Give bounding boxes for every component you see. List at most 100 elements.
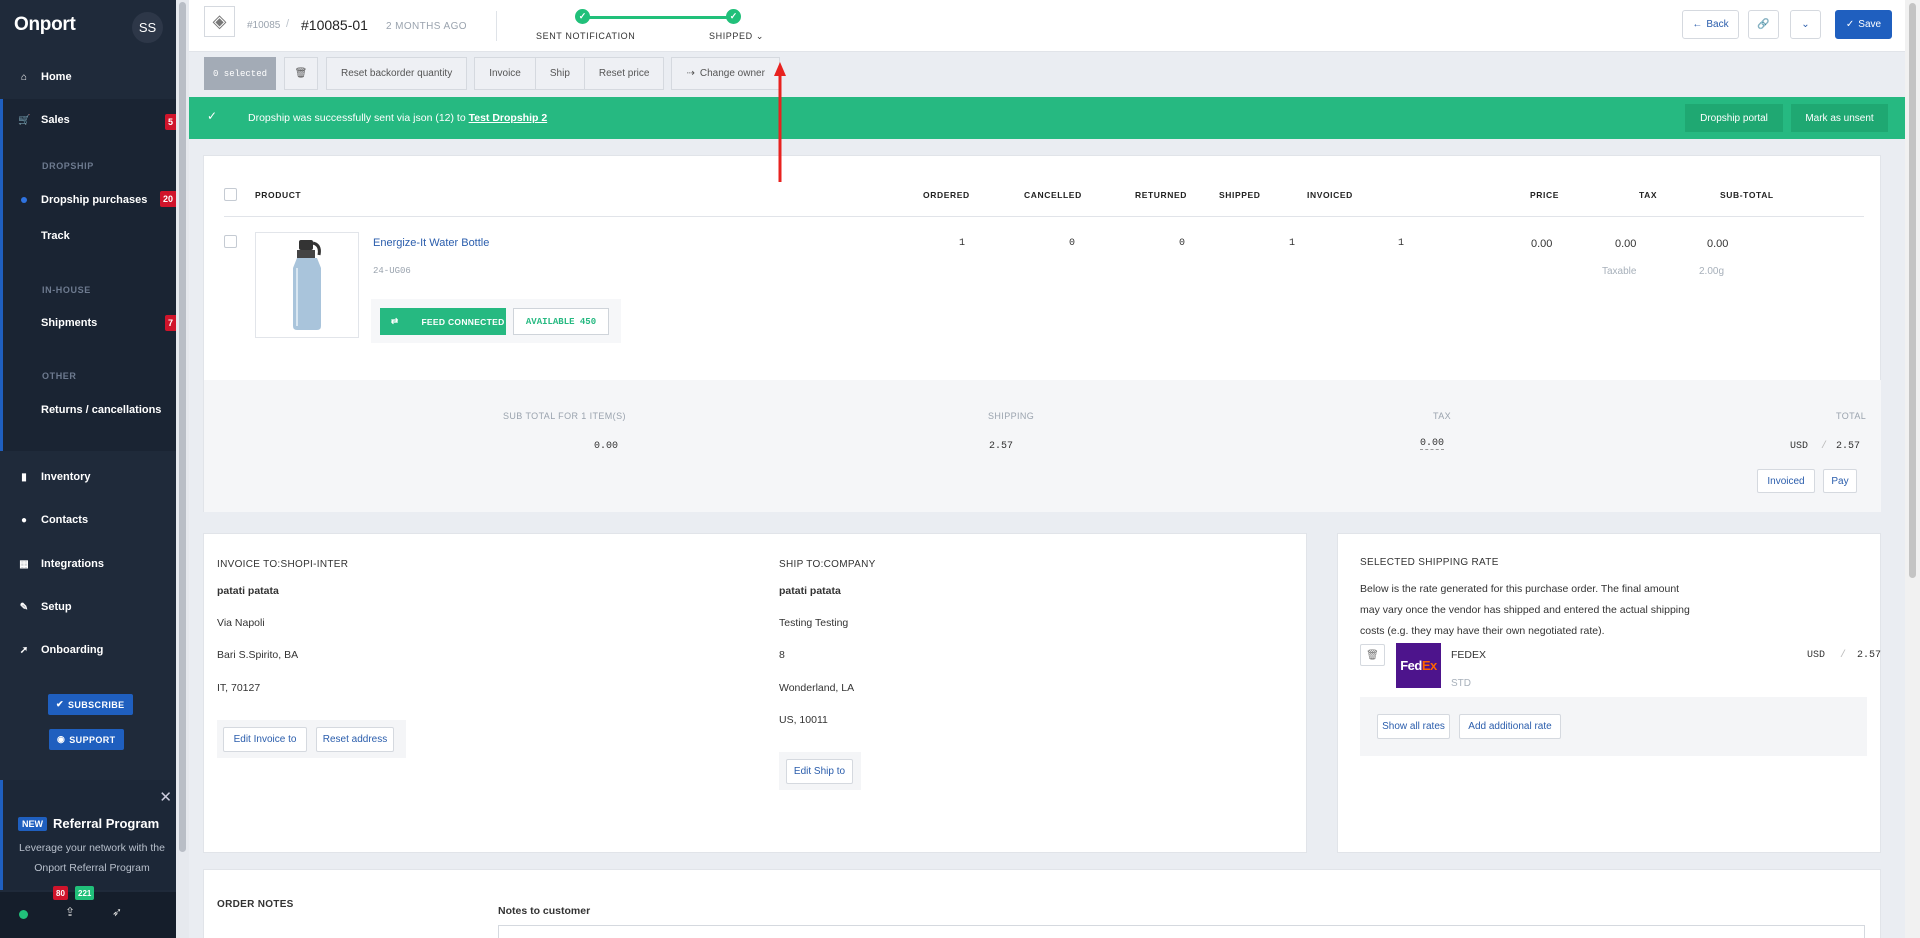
breadcrumb-parent[interactable]: #10085 [247, 20, 280, 31]
step-shipped[interactable]: SHIPPED ⌄ [709, 31, 764, 42]
referral-title[interactable]: Referral Program [53, 816, 159, 831]
carrier-service: STD [1451, 678, 1471, 689]
check-icon: ✓ [207, 109, 218, 123]
step-shipped-label: SHIPPED [709, 31, 753, 41]
brand-logo[interactable]: Onport [14, 14, 76, 36]
avatar[interactable]: SS [132, 12, 163, 43]
invoice-button[interactable]: Invoice [474, 57, 536, 90]
chevron-down-icon: ⌄ [755, 31, 764, 41]
nav-contacts[interactable]: ● Contacts [0, 505, 176, 535]
add-rate-button[interactable]: Add additional rate [1459, 714, 1561, 739]
shipping-value: 2.57 [989, 441, 1014, 452]
subtotal-value: 0.00 [594, 441, 619, 452]
support-button[interactable]: ◉ SUPPORT [49, 729, 124, 750]
ship-button[interactable]: Ship [534, 57, 585, 90]
divider [496, 11, 497, 41]
sidebar-item-track[interactable]: Track [41, 230, 70, 242]
delete-button[interactable]: 🗑 [284, 57, 319, 90]
product-name-link[interactable]: Energize-It Water Bottle [373, 237, 489, 249]
cell-ordered: 1 [959, 238, 966, 249]
sync-icon: ⇄ [391, 316, 399, 326]
save-button[interactable]: ✓ Save [1835, 10, 1892, 39]
nav-setup-label: Setup [41, 601, 72, 613]
th-ordered: ORDERED [923, 190, 970, 200]
cell-returned: 0 [1179, 238, 1186, 249]
back-label: Back [1706, 19, 1729, 30]
nav-integrations[interactable]: ▦ Integrations [0, 549, 176, 579]
invoiced-button[interactable]: Invoiced [1757, 469, 1815, 493]
fedex-logo: Fed Ex [1396, 643, 1441, 688]
edit-ship-button[interactable]: Edit Ship to [786, 759, 853, 784]
success-text: Dropship was successfully sent via json … [248, 112, 466, 124]
row-checkbox[interactable] [224, 235, 237, 248]
nav-onboarding[interactable]: ➚ Onboarding [0, 635, 176, 665]
check-icon: ✓ [1845, 19, 1855, 30]
reset-backorder-button[interactable]: Reset backorder quantity [326, 57, 468, 90]
save-label: Save [1858, 19, 1882, 30]
change-owner-button[interactable]: ⇢ Change owner [671, 57, 780, 90]
upload-icon[interactable]: ⇪ [65, 905, 75, 919]
total-label: TOTAL [1836, 411, 1867, 421]
nav-inventory[interactable]: ▮ Inventory [0, 462, 176, 492]
dropship-link[interactable]: Test Dropship 2 [469, 112, 548, 124]
step-check-icon: ✓ [575, 9, 590, 24]
delete-rate-button[interactable]: 🗑 [1360, 644, 1385, 666]
close-icon[interactable]: ✕ [159, 788, 172, 806]
wrench-icon: ✎ [19, 601, 29, 613]
trash-icon: 🗑 [294, 68, 308, 79]
sidebar-scroll-thumb[interactable] [179, 2, 186, 852]
nav-home[interactable]: ⌂ Home [0, 62, 176, 92]
rocket-icon[interactable]: ➶ [112, 905, 122, 919]
section-inhouse: IN-HOUSE [42, 285, 91, 295]
link-button[interactable]: 🔗 [1748, 10, 1779, 39]
sidebar-item-shipments[interactable]: Shipments [41, 317, 97, 329]
section-dropship: DROPSHIP [42, 161, 94, 171]
mark-unsent-button[interactable]: Mark as unsent [1791, 104, 1888, 132]
nav-setup[interactable]: ✎ Setup [0, 592, 176, 622]
address-card [203, 533, 1307, 853]
edit-invoice-button[interactable]: Edit Invoice to [223, 727, 307, 752]
rocket-icon: ➚ [19, 644, 29, 656]
top-bar: ◈ #10085 / #10085-01 2 MONTHS AGO ✓ ✓ SE… [189, 0, 1905, 52]
sales-section: DROPSHIP Dropship purchases Track IN-HOU… [0, 99, 176, 451]
ship-line1: Testing Testing [779, 617, 849, 629]
dropship-portal-button[interactable]: Dropship portal [1685, 104, 1783, 132]
th-price: PRICE [1530, 190, 1559, 200]
show-all-rates-button[interactable]: Show all rates [1377, 714, 1450, 739]
support-label: SUPPORT [69, 734, 116, 745]
more-dropdown-button[interactable]: ⌄ [1790, 10, 1821, 39]
tax-value[interactable]: 0.00 [1420, 438, 1445, 450]
magento-logo-icon: ◈ [204, 6, 235, 37]
nav-integrations-label: Integrations [41, 558, 104, 570]
carrier-name: FEDEX [1451, 649, 1487, 661]
select-all-checkbox[interactable] [224, 188, 237, 201]
ship-name: patati patata [779, 585, 841, 597]
feed-connected-label: FEED CONNECTED [421, 316, 505, 327]
pay-button[interactable]: Pay [1823, 469, 1857, 493]
cell-tax: 0.00 [1615, 238, 1637, 250]
order-notes-title: ORDER NOTES [217, 899, 294, 910]
subscribe-button[interactable]: ✔ SUBSCRIBE [48, 694, 133, 715]
nav-sales[interactable]: 🛒 Sales [0, 105, 176, 135]
page-title: #10085-01 [301, 17, 368, 33]
sidebar-item-returns[interactable]: Returns / cancellations [41, 404, 161, 416]
grid-icon: ▦ [19, 558, 29, 570]
page-scrollbar[interactable] [1905, 0, 1920, 938]
tax-label: TAX [1433, 411, 1452, 421]
sidebar: Onport SS ⌂ Home DROPSHIP Dropship purch… [0, 0, 189, 938]
totals-panel [204, 380, 1881, 512]
header-divider [224, 216, 1864, 217]
success-message: Dropship was successfully sent via json … [248, 112, 547, 124]
product-image[interactable] [255, 232, 359, 338]
reset-price-button[interactable]: Reset price [583, 57, 665, 90]
notes-customer-input[interactable] [498, 925, 1865, 938]
sidebar-scrollbar[interactable] [176, 0, 189, 938]
reset-address-button[interactable]: Reset address [316, 727, 394, 752]
rate-amount: 2.57 [1857, 650, 1882, 661]
back-button[interactable]: ← Back [1682, 10, 1739, 39]
page-scroll-thumb[interactable] [1909, 3, 1916, 578]
sidebar-item-dropship-purchases[interactable]: Dropship purchases [41, 194, 147, 206]
feed-connected-badge[interactable]: ⇄ FEED CONNECTED [380, 308, 506, 335]
trash-icon: 🗑 [1366, 649, 1379, 661]
th-returned: RETURNED [1135, 190, 1188, 200]
